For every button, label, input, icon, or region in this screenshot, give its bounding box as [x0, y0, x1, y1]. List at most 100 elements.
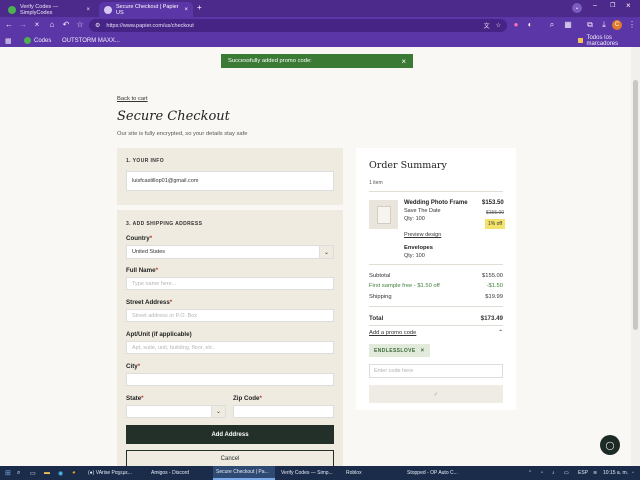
chevron-down-icon[interactable]: ⌄	[211, 406, 225, 417]
new-tab-button[interactable]: +	[197, 3, 202, 12]
shipping-heading: 3. ADD SHIPPING ADDRESS	[126, 221, 203, 227]
shipping-label: Shipping	[369, 294, 392, 300]
apply-promo-button[interactable]: ✓	[369, 385, 503, 403]
tab-title: Verify Codes — SimplyCodes	[20, 3, 59, 16]
close-tab-icon[interactable]: ×	[86, 7, 90, 13]
language-indicator[interactable]: ESP	[578, 466, 588, 480]
taskbar-item-label: Roblox	[346, 470, 362, 476]
windows-start-icon[interactable]: ⊞	[2, 466, 14, 480]
bookmark-page-icon[interactable]: ☆	[496, 22, 501, 29]
simplycodes-favicon-icon	[8, 5, 16, 14]
search-icon[interactable]: ⌕	[14, 466, 23, 480]
apps-grid-icon[interactable]: ▦	[562, 19, 574, 31]
site-info-icon[interactable]: ⚙	[95, 22, 100, 29]
email-field[interactable]: luisfcastillop01@gmail.com	[126, 171, 334, 191]
folder-icon	[578, 38, 584, 43]
divider	[369, 306, 503, 307]
full-name-input[interactable]: Type name here...	[126, 277, 334, 290]
product-price: $153.50	[482, 200, 504, 206]
bookmark-codes[interactable]: Codes	[24, 34, 51, 47]
menu-kebab-icon[interactable]: ⋮	[626, 19, 638, 31]
extension-icon[interactable]: ◐	[524, 19, 536, 31]
discount-row: First sample free - $1.50 off -$1.50	[369, 283, 503, 289]
file-explorer-icon[interactable]: ▬	[41, 466, 53, 480]
addon-qty: Qty: 100	[404, 253, 425, 259]
forward-arrow-icon[interactable]: →	[17, 19, 29, 31]
minimize-window-icon[interactable]: –	[593, 2, 597, 9]
original-price: $155.00	[486, 210, 505, 216]
taskbar-item[interactable]: Stopped - OP Auto C...	[404, 466, 468, 480]
search-icon[interactable]: ⌕	[546, 19, 558, 31]
bookmark-outstorm[interactable]: OUTSTORM MAXX...	[62, 34, 120, 47]
network-icon[interactable]: ◔	[540, 466, 543, 480]
close-window-icon[interactable]: ×	[626, 1, 631, 10]
browser-tab-strip	[0, 0, 640, 17]
tray-chevron-icon[interactable]: ⌃	[528, 466, 532, 480]
toast-message: Successfully added promo code:	[228, 58, 312, 64]
taskbar-item[interactable]: Verify Codes — Simp...	[278, 466, 340, 480]
close-tab-icon[interactable]: ×	[184, 7, 188, 13]
add-address-button[interactable]: Add Address	[126, 425, 334, 444]
edge-icon[interactable]: ◉	[55, 466, 66, 480]
add-promo-code-link[interactable]: Add a promo code	[369, 330, 416, 336]
wifi-icon[interactable]: ≋	[593, 466, 597, 480]
task-view-icon[interactable]: ▭	[27, 466, 39, 480]
apps-icon[interactable]: ▦	[5, 34, 12, 47]
country-value: United States	[132, 249, 166, 255]
remove-promo-icon[interactable]: ×	[421, 348, 425, 354]
country-select[interactable]: United States ⌄	[126, 245, 334, 259]
all-bookmarks[interactable]: Todos los marcadores	[578, 34, 640, 47]
profile-avatar[interactable]: C	[612, 20, 622, 30]
back-to-cart-link[interactable]: Back to cart	[117, 96, 148, 102]
taskbar-item-label: Stopped - OP Auto C...	[407, 470, 458, 476]
apt-unit-input[interactable]: Apt, suite, unit, building, floor, etc.	[126, 341, 334, 354]
zip-code-label: Zip Code*	[233, 395, 262, 402]
chat-bubble-icon[interactable]: ◯	[600, 435, 620, 455]
extension-icon[interactable]: ●	[510, 19, 522, 31]
address-bar[interactable]: ⚙ https://www.papier.com/us/checkout 文 ☆	[89, 19, 507, 32]
stop-loading-icon[interactable]: ×	[31, 19, 43, 31]
product-subtitle: Save The Date	[404, 208, 441, 214]
chevron-up-icon[interactable]: ⌃	[498, 330, 503, 336]
subtotal-value: $155.00	[482, 273, 503, 279]
apt-unit-label: Apt/Unit (if applicable)	[126, 331, 192, 338]
clock[interactable]: 10:15 a. m.	[603, 466, 628, 480]
total-value: $173.49	[480, 315, 503, 322]
download-icon[interactable]: ⤓	[598, 19, 610, 31]
battery-icon[interactable]: ▭	[564, 466, 569, 480]
taskbar-item[interactable]: (●) VArise Ραχεμε...	[85, 466, 145, 480]
promo-code-text: ENDLESSLOVE	[374, 347, 416, 354]
city-input[interactable]	[126, 373, 334, 386]
scrollbar-thumb[interactable]	[633, 80, 638, 330]
divider	[369, 325, 503, 326]
taskbar-item[interactable]: Roblox	[343, 466, 401, 480]
street-address-input[interactable]: Street address or P.O. Box	[126, 309, 334, 322]
chevron-down-icon[interactable]: ⌄	[319, 246, 333, 258]
translate-icon[interactable]: 文	[484, 21, 490, 30]
chrome-icon[interactable]: ◕	[69, 466, 79, 480]
promo-code-input[interactable]: Enter code here	[369, 364, 503, 378]
taskbar-item[interactable]: Secure Checkout | Pa...	[213, 466, 275, 480]
maximize-window-icon[interactable]: ❐	[610, 2, 615, 9]
bookmark-label: Codes	[34, 37, 52, 44]
tab-verify-codes[interactable]: Verify Codes — SimplyCodes ×	[3, 2, 95, 17]
zip-code-input[interactable]	[233, 405, 334, 418]
notification-icon[interactable]: ▫	[632, 466, 634, 480]
undo-icon[interactable]: ↶	[60, 19, 72, 31]
promo-toggle[interactable]: Add a promo code ⌃	[369, 330, 503, 336]
tab-search-icon[interactable]: ⌄	[572, 3, 582, 13]
subtotal-row: Subtotal $155.00	[369, 273, 503, 279]
close-icon[interactable]: ×	[401, 57, 406, 66]
volume-icon[interactable]: ♪	[552, 466, 555, 480]
tab-secure-checkout[interactable]: Secure Checkout | Papier US ×	[99, 2, 193, 17]
home-icon[interactable]: ⌂	[46, 19, 58, 31]
state-select[interactable]: ⌄	[126, 405, 226, 418]
your-info-heading: 1. YOUR INFO	[126, 158, 165, 164]
item-count: 1 item	[369, 180, 383, 186]
discount-value: -$1.50	[486, 283, 503, 289]
preview-design-link[interactable]: Preview design	[404, 232, 441, 238]
screenshot-icon[interactable]: ⧉	[584, 19, 596, 31]
taskbar-item[interactable]: Amigos - Discord	[148, 466, 210, 480]
bookmark-star-icon[interactable]: ☆	[74, 19, 86, 31]
back-arrow-icon[interactable]: ←	[3, 19, 15, 31]
